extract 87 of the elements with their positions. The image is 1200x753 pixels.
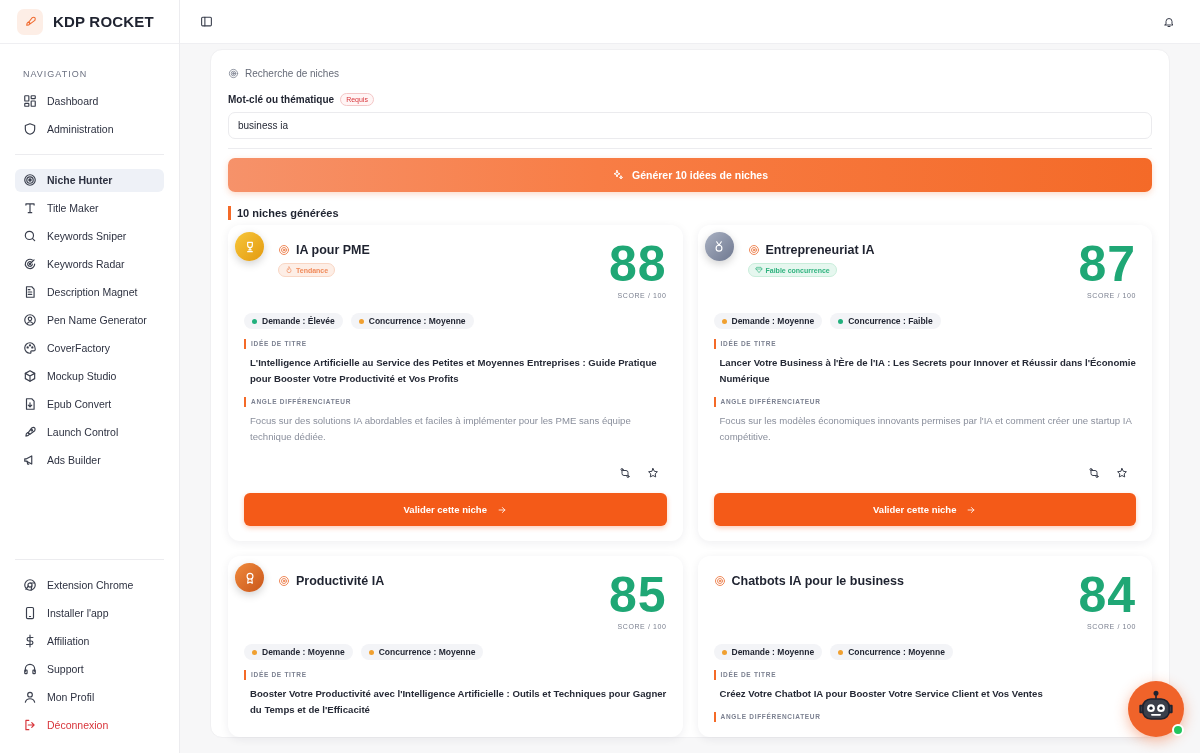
cube-icon bbox=[23, 369, 37, 383]
user-circle-icon bbox=[23, 313, 37, 327]
score-value: 85 bbox=[608, 570, 667, 620]
bell-icon bbox=[1163, 15, 1175, 28]
app-name: KDP ROCKET bbox=[53, 13, 154, 30]
nav-item[interactable]: Support bbox=[15, 657, 164, 681]
nav-item[interactable]: Launch Control bbox=[15, 420, 164, 444]
angle-text: Focus sur les modèles économiques innovants permises par l'IA et comment créer une startup IA compétitive. bbox=[719, 414, 1133, 444]
tag-label: Demande : Moyenne bbox=[731, 647, 815, 657]
nav-item[interactable]: Administration bbox=[15, 117, 164, 141]
shield-icon bbox=[23, 122, 37, 136]
tag-label: Demande : Élevée bbox=[262, 316, 335, 326]
target-icon bbox=[713, 575, 726, 587]
tag-label: Demande : Moyenne bbox=[731, 316, 815, 326]
tag-label: Concurrence : Faible bbox=[848, 316, 933, 326]
swap-button[interactable] bbox=[618, 467, 631, 479]
niche-name: Chatbots IA pour le business bbox=[731, 574, 904, 588]
nav-item[interactable]: Extension Chrome bbox=[15, 573, 164, 597]
user-icon bbox=[23, 690, 37, 704]
panel-title: Recherche de niches bbox=[245, 68, 339, 79]
keyword-field[interactable]: business ia bbox=[228, 112, 1152, 139]
phone-icon bbox=[23, 606, 37, 620]
target-icon bbox=[278, 575, 290, 587]
nav-item[interactable]: Affiliation bbox=[15, 629, 164, 653]
file-download-icon bbox=[23, 397, 37, 411]
swap-icon bbox=[1088, 467, 1100, 479]
palette-icon bbox=[23, 341, 37, 355]
arrow-right-icon bbox=[496, 504, 507, 515]
text-icon bbox=[23, 201, 37, 215]
score-value: 88 bbox=[608, 239, 667, 289]
niche-name: Productivité IA bbox=[296, 574, 385, 588]
niche-name: Entrepreneuriat IA bbox=[765, 243, 875, 257]
nav-item[interactable]: Epub Convert bbox=[15, 392, 164, 416]
target-icon bbox=[278, 244, 290, 256]
dollar-icon bbox=[23, 634, 37, 648]
sparkles-icon bbox=[612, 169, 624, 181]
score-value: 87 bbox=[1078, 239, 1136, 289]
headphones-icon bbox=[23, 662, 37, 676]
tag-label: Concurrence : Moyenne bbox=[368, 316, 466, 326]
nav-item[interactable]: Pen Name Generator bbox=[15, 308, 164, 332]
sidebar-toggle-icon bbox=[200, 15, 213, 28]
tag-label: Demande : Moyenne bbox=[262, 647, 345, 657]
radar-icon bbox=[23, 257, 37, 271]
nav-item[interactable]: Keywords Radar bbox=[15, 252, 164, 276]
flame-icon bbox=[285, 266, 293, 274]
nav-item[interactable]: Ads Builder bbox=[15, 448, 164, 472]
nav-item[interactable]: Title Maker bbox=[15, 196, 164, 220]
nav-item[interactable]: Niche Hunter bbox=[15, 168, 164, 192]
angle-text: Focus sur des solutions IA abordables et faciles à implémenter pour les PME sans équipe technique dédiée. bbox=[250, 414, 632, 444]
notifications-button[interactable] bbox=[1163, 15, 1175, 28]
favorite-button[interactable] bbox=[1116, 467, 1128, 479]
browser-icon bbox=[23, 578, 37, 592]
favorite-button[interactable] bbox=[646, 467, 659, 479]
nav-item[interactable]: Description Magnet bbox=[15, 280, 164, 304]
arrow-right-icon bbox=[966, 504, 977, 515]
target-icon bbox=[747, 244, 760, 256]
nav-item[interactable]: Mon Profil bbox=[15, 685, 164, 709]
title-idea-text: Créez Votre Chatbot IA pour Booster Votre Service Client et Vos Ventes bbox=[719, 687, 1044, 701]
nav-item[interactable]: Keywords Sniper bbox=[15, 224, 164, 248]
nav-item[interactable]: Dashboard bbox=[15, 89, 164, 113]
target-icon bbox=[228, 68, 239, 79]
tag-label: Concurrence : Moyenne bbox=[378, 647, 476, 657]
title-idea-text: L'Intelligence Artificielle au Service des Petites et Moyennes Entreprises : Guide Pratique pour Booster Votre Productivité et Vos Profits bbox=[250, 356, 658, 386]
medal-icon bbox=[712, 239, 726, 254]
title-idea-text: Lancer Votre Business à l'Ère de l'IA : Les Secrets pour Innover et Réussir dans l'Économie Numérique bbox=[719, 356, 1136, 386]
tag-label: Concurrence : Moyenne bbox=[848, 647, 945, 657]
star-icon bbox=[1116, 467, 1128, 479]
swap-icon bbox=[618, 467, 631, 479]
target-icon bbox=[23, 173, 37, 187]
search-icon bbox=[23, 229, 37, 243]
nav-item[interactable]: CoverFactory bbox=[15, 336, 164, 360]
document-icon bbox=[23, 285, 37, 299]
field-label: Mot-clé ou thématique bbox=[228, 94, 335, 105]
nav-item[interactable]: Mockup Studio bbox=[15, 364, 164, 388]
sidebar-toggle-button[interactable] bbox=[200, 15, 213, 28]
nav-item[interactable]: Déconnexion bbox=[15, 713, 164, 737]
logout-icon bbox=[23, 718, 37, 732]
gem-icon bbox=[754, 266, 763, 274]
title-idea-text: Booster Votre Productivité avec l'Intelligence Artificielle : Outils et Techniques pour Gagner du Temps et de l'Efficacité bbox=[250, 687, 667, 717]
niche-name: IA pour PME bbox=[296, 243, 370, 257]
star-icon bbox=[646, 467, 659, 479]
nav-item[interactable]: Installer l'app bbox=[15, 601, 164, 625]
grid-icon bbox=[23, 94, 37, 108]
swap-button[interactable] bbox=[1088, 467, 1100, 479]
score-value: 84 bbox=[1078, 570, 1136, 620]
results-heading: 10 niches générées bbox=[228, 206, 1152, 220]
section-label: NAVIGATION bbox=[22, 68, 88, 79]
